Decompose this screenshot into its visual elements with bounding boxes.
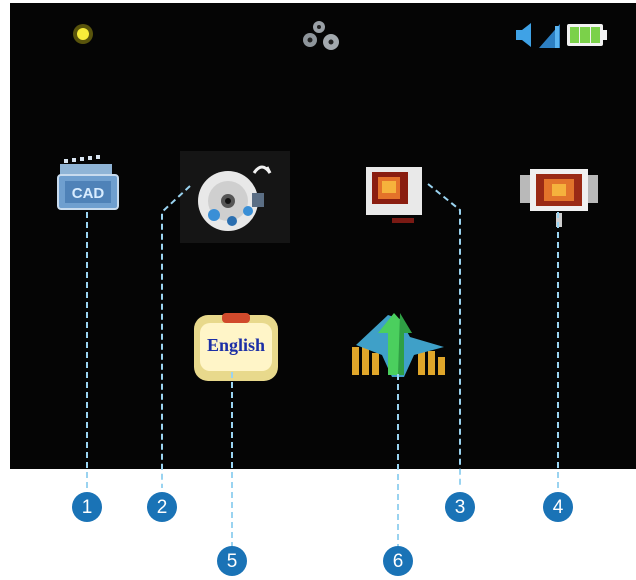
callout-badge-3: 3 xyxy=(445,492,475,522)
leader-line-3 xyxy=(427,183,461,488)
callout-badge-1: 1 xyxy=(72,492,102,522)
leader-line-2 xyxy=(161,185,191,488)
callout-leaders xyxy=(86,183,559,548)
callout-badge-5: 5 xyxy=(217,546,247,576)
callout-badge-6: 6 xyxy=(383,546,413,576)
callout-badge-4: 4 xyxy=(543,492,573,522)
callout-badge-2: 2 xyxy=(147,492,177,522)
